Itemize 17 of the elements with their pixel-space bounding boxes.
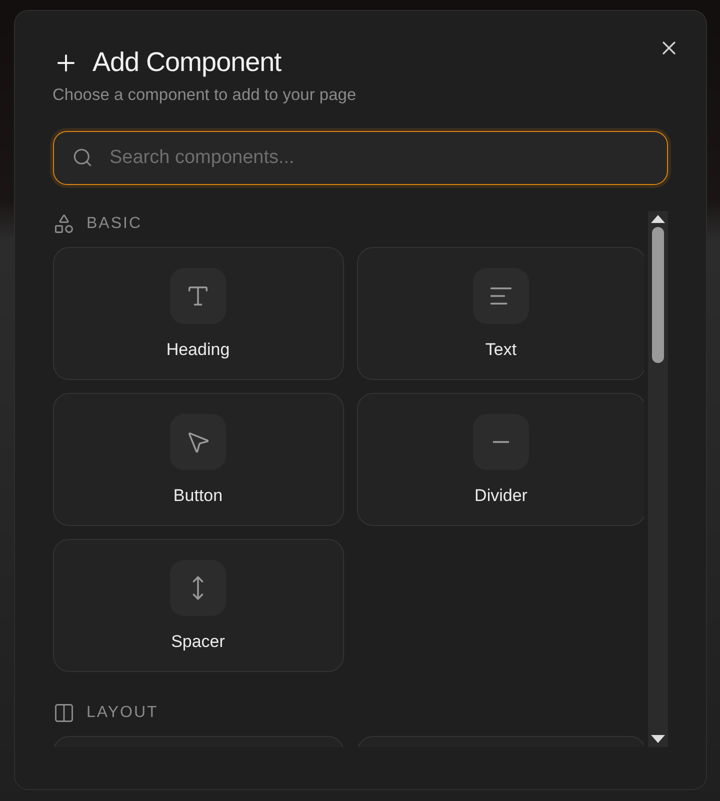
scrollbar[interactable]: [648, 211, 668, 747]
component-card[interactable]: Button: [52, 393, 344, 526]
section-label: LAYOUT: [86, 704, 158, 722]
shapes-icon: [52, 213, 74, 235]
columns-icon: [52, 702, 74, 724]
search-icon: [72, 147, 92, 168]
section-label: BASIC: [86, 215, 142, 233]
scroll-down-icon[interactable]: [650, 735, 664, 743]
dialog-subtitle: Choose a component to add to your page: [52, 86, 358, 105]
scroll-thumb[interactable]: [652, 227, 664, 363]
minus-icon: [493, 441, 509, 443]
dialog-title: Add Component: [92, 47, 282, 78]
search-field[interactable]: Search components...: [52, 131, 668, 185]
component-card[interactable]: Spacer: [52, 539, 344, 672]
component-card[interactable]: Text: [356, 247, 644, 380]
component-card[interactable]: Heading: [52, 247, 344, 380]
component-card[interactable]: Divider: [356, 393, 644, 526]
